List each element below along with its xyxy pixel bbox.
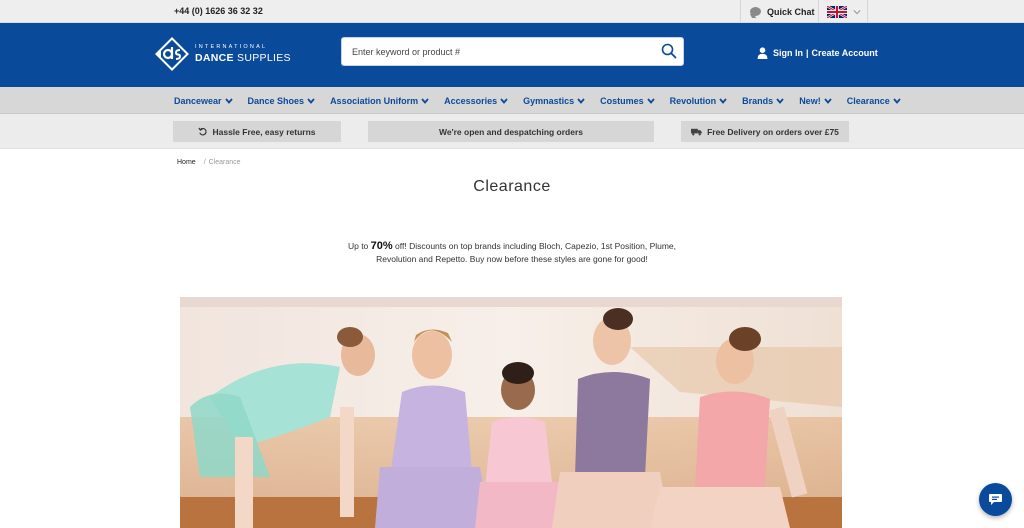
- chat-bubble-icon: [750, 7, 761, 16]
- quick-chat-label: Quick Chat: [767, 6, 815, 17]
- chevron-down-icon: [853, 9, 861, 14]
- chat-icon: [989, 494, 1002, 505]
- nav-label: Dance Shoes: [247, 95, 305, 106]
- promo-bar: Hassle Free, easy returns We're open and…: [0, 114, 1024, 149]
- chevron-down-icon: [421, 97, 429, 104]
- intro-prefix: Up to: [347, 241, 371, 251]
- chevron-down-icon: [224, 97, 233, 104]
- page-title: Clearance: [473, 178, 551, 195]
- promo-open[interactable]: We're open and despatching orders: [368, 121, 654, 142]
- intro-line2: Revolution and Repetto. Buy now before t…: [376, 254, 648, 264]
- chevron-down-icon: [307, 97, 315, 104]
- nav-item-dancewear[interactable]: Dancewear: [174, 96, 233, 106]
- live-chat-button[interactable]: [979, 483, 1012, 516]
- dancers-illustration: [180, 297, 842, 528]
- search-box: [341, 37, 684, 66]
- logo-text-international: INTERNATIONAL: [195, 44, 268, 50]
- chevron-down-icon: [500, 97, 508, 104]
- promo-returns[interactable]: Hassle Free, easy returns: [173, 121, 341, 142]
- site-header: INTERNATIONAL DANCE SUPPLIES Sign In | C…: [0, 23, 1024, 87]
- top-utility-bar: +44 (0) 1626 36 32 32 Quick Chat: [0, 0, 1024, 23]
- nav-label: Revolution: [669, 95, 717, 106]
- sign-in-link[interactable]: Sign In: [773, 48, 803, 58]
- create-account-link[interactable]: Create Account: [812, 48, 878, 58]
- intro-discount-highlight: 70%: [370, 240, 393, 252]
- main-navigation: Dancewear Dance Shoes Association Unifor…: [0, 87, 1024, 114]
- nav-label: New!: [799, 95, 821, 106]
- nav-item-clearance[interactable]: Clearance: [847, 96, 901, 106]
- intro-line1: off! Discounts on top brands including B…: [392, 241, 677, 251]
- search-icon[interactable]: [661, 43, 677, 59]
- logo-text-dance-supplies: DANCE SUPPLIES: [195, 52, 291, 64]
- promo-delivery[interactable]: Free Delivery on orders over £75: [681, 121, 849, 142]
- nav-item-gymnastics[interactable]: Gymnastics: [523, 96, 585, 106]
- nav-label: Costumes: [600, 95, 644, 106]
- quick-chat-button[interactable]: Quick Chat: [740, 0, 818, 23]
- phone-number[interactable]: +44 (0) 1626 36 32 32: [174, 6, 263, 16]
- logo-text-supplies: SUPPLIES: [233, 52, 291, 64]
- uk-flag-icon: [827, 5, 847, 18]
- breadcrumb: Home / Clearance: [177, 159, 241, 166]
- nav-item-association-uniform[interactable]: Association Uniform: [330, 96, 429, 106]
- nav-label: Dancewear: [174, 95, 222, 106]
- breadcrumb-home[interactable]: Home: [177, 159, 196, 166]
- account-separator: |: [806, 48, 809, 58]
- breadcrumb-separator: /: [203, 159, 206, 166]
- nav-item-accessories[interactable]: Accessories: [444, 96, 508, 106]
- user-icon: [757, 47, 768, 59]
- delivery-truck-icon: [691, 128, 702, 135]
- chevron-down-icon: [893, 97, 901, 104]
- language-selector[interactable]: [818, 0, 868, 23]
- nav-item-brands[interactable]: Brands: [742, 96, 784, 106]
- search-input[interactable]: [352, 38, 652, 65]
- chevron-down-icon: [577, 97, 585, 104]
- nav-label: Brands: [742, 95, 774, 106]
- account-links: Sign In | Create Account: [757, 47, 878, 59]
- chevron-down-icon: [719, 97, 727, 104]
- category-intro: Up to 70% off! Discounts on top brands i…: [312, 240, 712, 266]
- nav-label: Association Uniform: [330, 95, 419, 106]
- chevron-down-icon: [824, 97, 832, 104]
- nav-item-new[interactable]: New!: [799, 96, 832, 106]
- promo-returns-text: Hassle Free, easy returns: [212, 126, 316, 137]
- breadcrumb-current: Clearance: [208, 159, 241, 166]
- return-arrow-icon: [198, 127, 208, 136]
- chevron-down-icon: [776, 97, 784, 104]
- nav-label: Clearance: [846, 95, 890, 106]
- nav-item-costumes[interactable]: Costumes: [600, 96, 655, 106]
- nav-label: Accessories: [444, 95, 498, 106]
- nav-label: Gymnastics: [523, 95, 575, 106]
- promo-delivery-text: Free Delivery on orders over £75: [707, 126, 839, 137]
- clearance-hero-image: [180, 297, 842, 528]
- chevron-down-icon: [646, 97, 655, 104]
- ids-logo-icon: [155, 37, 189, 71]
- promo-open-text: We're open and despatching orders: [438, 126, 584, 137]
- logo-text-dance: DANCE: [195, 52, 234, 64]
- site-logo[interactable]: INTERNATIONAL DANCE SUPPLIES: [155, 35, 295, 75]
- nav-item-dance-shoes[interactable]: Dance Shoes: [248, 96, 316, 106]
- nav-item-revolution[interactable]: Revolution: [670, 96, 728, 106]
